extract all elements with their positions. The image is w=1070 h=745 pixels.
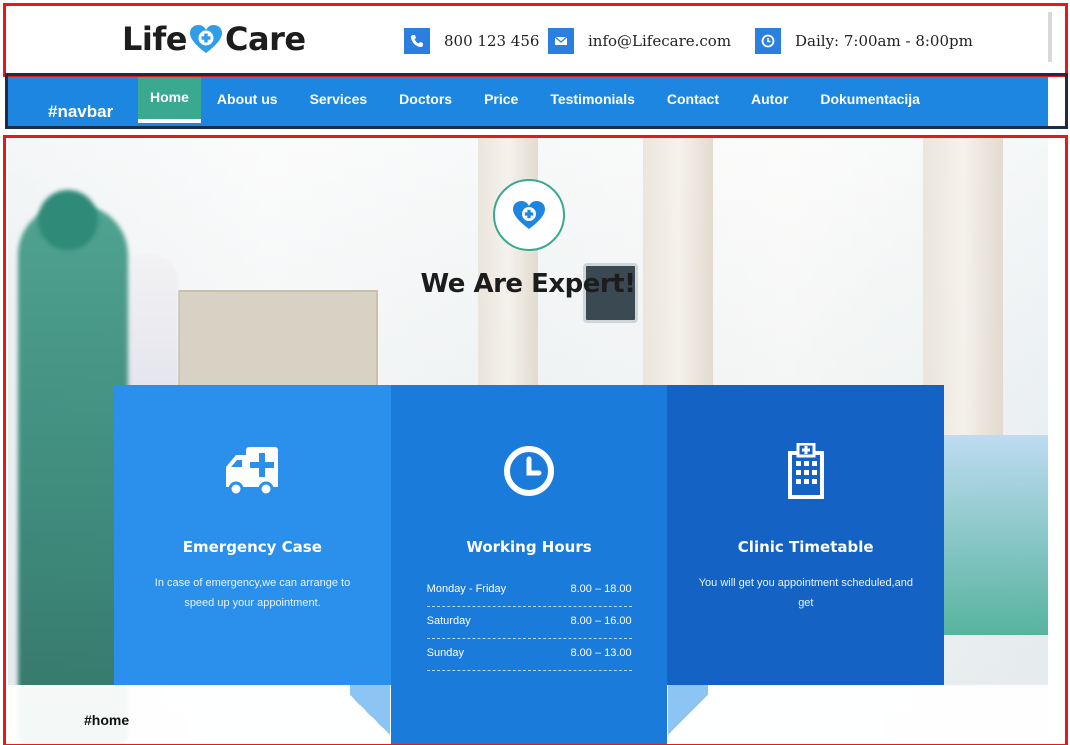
hours-time: 8.00 – 13.00 bbox=[570, 647, 632, 659]
ambulance-icon bbox=[226, 447, 279, 497]
logo-text-care: Care bbox=[224, 20, 306, 58]
heart-plus-icon bbox=[189, 25, 222, 53]
nav-item-home[interactable]: Home bbox=[138, 75, 201, 123]
hours-row: Sunday 8.00 – 13.00 bbox=[426, 639, 632, 671]
scrollbar-track[interactable] bbox=[1048, 12, 1052, 62]
clinic-timetable-title: Clinic Timetable bbox=[737, 538, 874, 556]
hours-time: 8.00 – 16.00 bbox=[570, 615, 632, 627]
nav-item-autor[interactable]: Autor bbox=[735, 75, 804, 123]
hours-info: Daily: 7:00am - 8:00pm bbox=[755, 28, 973, 54]
email-address: info@Lifecare.com bbox=[588, 32, 732, 50]
nav-item-services[interactable]: Services bbox=[294, 75, 384, 123]
email-info[interactable]: info@Lifecare.com bbox=[548, 28, 731, 54]
clinic-timetable-text: You will get you appointment scheduled,a… bbox=[698, 577, 913, 609]
opening-hours: Daily: 7:00am - 8:00pm bbox=[795, 32, 973, 50]
hero-background-cabinet bbox=[178, 290, 378, 400]
nav-item-contact[interactable]: Contact bbox=[651, 75, 735, 123]
emergency-case-card: Emergency Case In case of emergency,we c… bbox=[114, 385, 391, 685]
hours-day: Sunday bbox=[426, 647, 464, 659]
phone-icon bbox=[404, 28, 430, 54]
hours-day: Monday - Friday bbox=[426, 583, 507, 595]
hero-heart-badge bbox=[493, 179, 565, 251]
feature-cards: Emergency Case In case of emergency,we c… bbox=[114, 385, 945, 745]
hero-title: We Are Expert! bbox=[420, 269, 636, 299]
hero-background-curtain bbox=[478, 135, 538, 395]
nav-item-testimonials[interactable]: Testimonials bbox=[534, 75, 651, 123]
working-hours-title: Working Hours bbox=[466, 538, 592, 556]
logo[interactable]: Life Care bbox=[122, 20, 306, 58]
navbar: #navbar Home About us Services Doctors P… bbox=[8, 75, 1048, 128]
nav-item-dokumentacija[interactable]: Dokumentacija bbox=[804, 75, 936, 123]
hospital-building-icon bbox=[787, 443, 824, 499]
card-decoration-left bbox=[350, 685, 390, 745]
hours-time: 8.00 – 18.00 bbox=[570, 583, 632, 595]
page: Life Care 800 123 456 info@Lifecare.com bbox=[0, 0, 1070, 745]
hours-row: Monday - Friday 8.00 – 18.00 bbox=[426, 575, 632, 607]
home-annotation-label: #home bbox=[84, 712, 130, 728]
nav-item-about-us[interactable]: About us bbox=[201, 75, 294, 123]
working-hours-card: Working Hours Monday - Friday 8.00 – 18.… bbox=[390, 385, 668, 745]
envelope-icon bbox=[548, 28, 574, 54]
phone-number: 800 123 456 bbox=[444, 32, 540, 50]
nav-item-doctors[interactable]: Doctors bbox=[383, 75, 468, 123]
top-info-bar: Life Care 800 123 456 info@Lifecare.com bbox=[0, 0, 1070, 73]
clock-icon bbox=[755, 28, 781, 54]
phone-info[interactable]: 800 123 456 bbox=[404, 28, 539, 54]
card-decoration-right bbox=[668, 685, 708, 745]
hours-row: Saturday 8.00 – 16.00 bbox=[426, 607, 632, 639]
hero-background-curtain bbox=[643, 135, 713, 395]
emergency-case-text: In case of emergency,we can arrange to s… bbox=[154, 577, 351, 609]
working-hours-table: Monday - Friday 8.00 – 18.00 Saturday 8.… bbox=[426, 575, 632, 671]
logo-text-life: Life bbox=[122, 20, 187, 58]
heart-plus-icon bbox=[513, 201, 545, 229]
hours-day: Saturday bbox=[426, 615, 471, 627]
clinic-timetable-card: Clinic Timetable You will get you appoin… bbox=[667, 385, 945, 685]
hero-background-person-head bbox=[38, 190, 98, 250]
home-hero-section: We Are Expert! Emergency Case In case of… bbox=[8, 135, 1048, 745]
navbar-annotation-label: #navbar bbox=[48, 102, 114, 121]
clock-icon bbox=[504, 446, 554, 496]
nav-menu: Home About us Services Doctors Price Tes… bbox=[138, 75, 936, 123]
nav-item-price[interactable]: Price bbox=[468, 75, 534, 123]
emergency-case-title: Emergency Case bbox=[182, 538, 322, 556]
